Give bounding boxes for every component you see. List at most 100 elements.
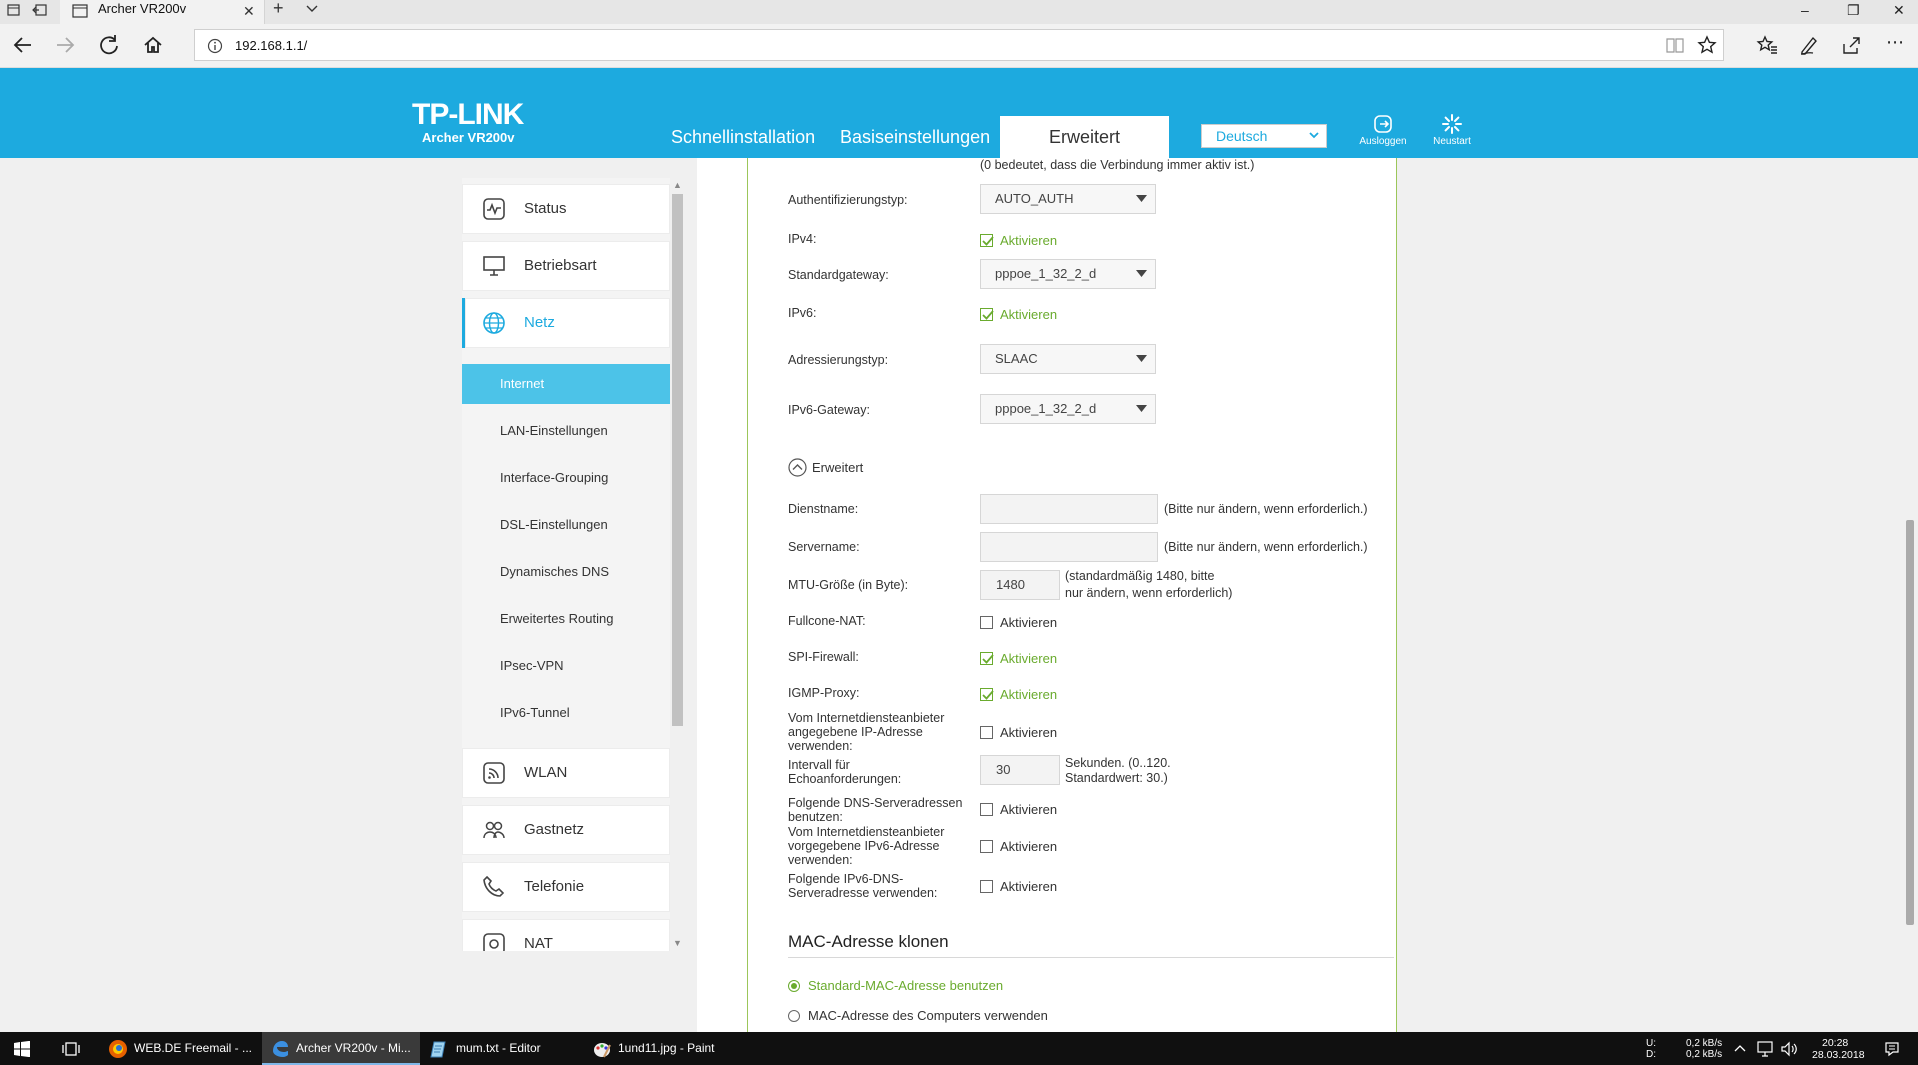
- chevron-down-icon[interactable]: [305, 2, 319, 16]
- reboot-button[interactable]: Neustart: [1422, 114, 1482, 147]
- reading-view-icon[interactable]: [1665, 36, 1685, 54]
- favorite-star-icon[interactable]: [1697, 35, 1717, 55]
- sidebar-subitem-ipsec[interactable]: IPsec-VPN: [462, 646, 670, 686]
- addressing-type-select[interactable]: SLAAC: [980, 344, 1156, 374]
- maximize-button[interactable]: ❐: [1847, 2, 1860, 19]
- sidebar-item-gastnetz[interactable]: Gastnetz: [462, 805, 670, 855]
- fullcone-nat-checkbox[interactable]: [980, 616, 993, 629]
- advanced-toggle-label: Erweitert: [812, 460, 864, 475]
- sidebar-scrollbar[interactable]: ▲ ▼: [670, 178, 685, 951]
- isp-ip-label-line3: verwenden:: [788, 739, 853, 753]
- forward-arrow-icon[interactable]: [54, 34, 76, 56]
- network-icon[interactable]: [1756, 1041, 1774, 1057]
- server-name-hint: (Bitte nur ändern, wenn erforderlich.): [1164, 540, 1368, 554]
- sidebar-scroll-thumb[interactable]: [672, 194, 683, 726]
- echo-interval-hint-line1: Sekunden. (0..120.: [1065, 756, 1171, 770]
- new-tab-icon[interactable]: +: [273, 0, 284, 19]
- address-bar[interactable]: 192.168.1.1/: [194, 29, 1724, 61]
- scroll-down-arrow-icon[interactable]: ▼: [673, 938, 682, 948]
- server-name-label: Servername:: [788, 540, 860, 554]
- logout-icon: [1353, 114, 1413, 134]
- taskbar-app-edge[interactable]: Archer VR200v - Mi...: [262, 1032, 420, 1065]
- sidebar-item-betriebsart[interactable]: Betriebsart: [462, 241, 670, 291]
- mac-computer-radio[interactable]: [788, 1010, 800, 1022]
- favorites-hub-icon[interactable]: [1756, 34, 1778, 56]
- sidebar-subitem-lan[interactable]: LAN-Einstellungen: [462, 411, 670, 451]
- sidebar-menu: Status Betriebsart Netz Internet LAN-Ein…: [462, 178, 670, 951]
- igmp-proxy-checkbox[interactable]: [980, 688, 994, 701]
- language-select[interactable]: Deutsch: [1201, 124, 1327, 148]
- isp-ip-checkbox-label: Aktivieren: [1000, 725, 1058, 740]
- info-icon[interactable]: [207, 38, 223, 54]
- browser-tab-active[interactable]: Archer VR200v ✕: [60, 0, 265, 24]
- back-arrow-icon[interactable]: [12, 34, 34, 56]
- default-gateway-select[interactable]: pppoe_1_32_2_d: [980, 259, 1156, 289]
- ipv6-gateway-select[interactable]: pppoe_1_32_2_d: [980, 394, 1156, 424]
- taskbar-app-notepad[interactable]: mum.txt - Editor: [422, 1032, 582, 1065]
- scroll-up-arrow-icon[interactable]: ▲: [673, 180, 682, 190]
- close-tab-icon[interactable]: ✕: [243, 3, 255, 20]
- sidebar-subitem-ddns[interactable]: Dynamisches DNS: [462, 552, 670, 592]
- ipv6-dns-checkbox[interactable]: [980, 880, 993, 893]
- refresh-icon[interactable]: [98, 34, 120, 56]
- isp-ip-checkbox[interactable]: [980, 726, 993, 739]
- chevron-up-icon[interactable]: [1734, 1043, 1746, 1053]
- isp-ipv6-checkbox[interactable]: [980, 840, 993, 853]
- tab-schnellinstallation[interactable]: Schnellinstallation: [671, 127, 815, 148]
- ipv6-dns-label-line1: Folgende IPv6-DNS-: [788, 872, 904, 886]
- set-aside-tabs-icon[interactable]: [32, 2, 48, 18]
- mac-default-radio[interactable]: [788, 980, 800, 992]
- action-center-icon[interactable]: [1884, 1041, 1900, 1057]
- logout-button[interactable]: Ausloggen: [1353, 114, 1413, 147]
- addressing-type-value: SLAAC: [995, 351, 1038, 366]
- sidebar-item-status[interactable]: Status: [462, 184, 670, 234]
- sidebar-subitem-ipv6-tunnel[interactable]: IPv6-Tunnel: [462, 693, 670, 733]
- page-scroll-thumb[interactable]: [1906, 520, 1914, 925]
- dropdown-arrow-icon: [1136, 195, 1147, 203]
- echo-interval-input[interactable]: 30: [980, 755, 1060, 785]
- taskbar-app-label: WEB.DE Freemail - ...: [134, 1041, 253, 1055]
- close-window-button[interactable]: ✕: [1893, 2, 1905, 19]
- pen-note-icon[interactable]: [1798, 34, 1820, 56]
- globe-icon: [482, 311, 506, 335]
- tab-erweitert[interactable]: Erweitert: [1000, 116, 1169, 158]
- mtu-input[interactable]: 1480: [980, 570, 1060, 600]
- tab-list-icon[interactable]: [6, 2, 22, 18]
- more-options-icon[interactable]: ⋯: [1886, 32, 1904, 53]
- sidebar-subitem-internet[interactable]: Internet: [462, 364, 670, 404]
- server-name-input[interactable]: [980, 532, 1158, 562]
- sidebar-item-wlan[interactable]: WLAN: [462, 748, 670, 798]
- isp-ipv6-checkbox-label: Aktivieren: [1000, 839, 1058, 854]
- ipv6-checkbox[interactable]: [980, 308, 994, 321]
- sidebar-item-telefonie[interactable]: Telefonie: [462, 862, 670, 912]
- service-name-input[interactable]: [980, 494, 1158, 524]
- guest-icon: [482, 818, 506, 842]
- service-name-label: Dienstname:: [788, 502, 859, 516]
- home-icon[interactable]: [142, 34, 164, 56]
- dns-checkbox[interactable]: [980, 803, 993, 816]
- sidebar-item-netz[interactable]: Netz: [462, 298, 670, 348]
- chevron-up-circle-icon: [788, 458, 807, 477]
- spi-firewall-checkbox[interactable]: [980, 652, 994, 665]
- tab-basiseinstellungen[interactable]: Basiseinstellungen: [840, 127, 990, 148]
- taskbar-app-firefox[interactable]: WEB.DE Freemail - ...: [100, 1032, 260, 1065]
- sidebar-subitem-interface-grouping[interactable]: Interface-Grouping: [462, 458, 670, 498]
- sidebar-item-nat[interactable]: NAT: [462, 919, 670, 951]
- ipv4-checkbox[interactable]: [980, 234, 994, 247]
- isp-ip-label-line2: angegebene IP-Adresse: [788, 725, 923, 739]
- auth-type-select[interactable]: AUTO_AUTH: [980, 184, 1156, 214]
- mtu-hint-line1: (standardmäßig 1480, bitte: [1065, 569, 1215, 583]
- volume-icon[interactable]: [1780, 1041, 1798, 1057]
- ipv6-dns-checkbox-label: Aktivieren: [1000, 879, 1058, 894]
- echo-interval-label-line2: Echoanforderungen:: [788, 772, 902, 786]
- sidebar-subitem-routing[interactable]: Erweitertes Routing: [462, 599, 670, 639]
- share-icon[interactable]: [1840, 34, 1862, 56]
- taskbar-app-paint[interactable]: 1und11.jpg - Paint: [584, 1032, 744, 1065]
- clock-time: 20:28: [1822, 1037, 1849, 1049]
- windows-start-icon[interactable]: [14, 1041, 30, 1057]
- sidebar-subitem-dsl[interactable]: DSL-Einstellungen: [462, 505, 670, 545]
- minimize-button[interactable]: –: [1801, 2, 1809, 18]
- task-view-icon[interactable]: [62, 1041, 80, 1057]
- divider: [788, 957, 1394, 958]
- page-scrollbar[interactable]: [1902, 158, 1918, 1032]
